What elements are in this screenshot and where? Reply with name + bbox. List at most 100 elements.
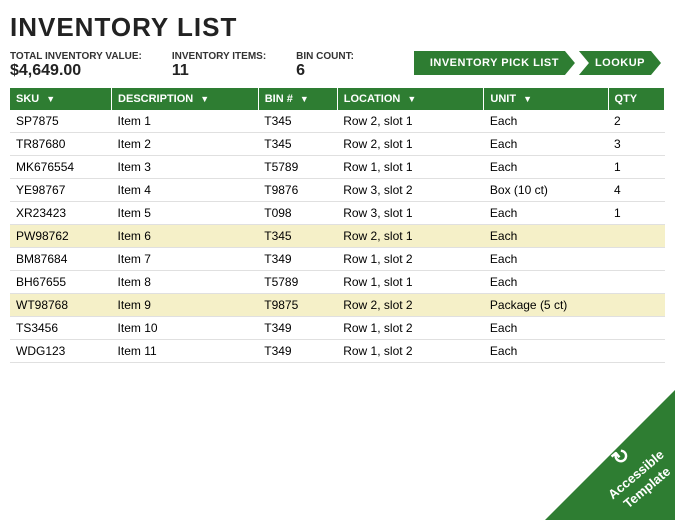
cell-qty: 4 [608, 179, 664, 202]
table-row: SP7875Item 1T345Row 2, slot 1Each2 [10, 110, 665, 133]
badge-content: ↻ Accessible Template [587, 426, 675, 517]
cell-description: Item 11 [112, 340, 259, 363]
items-count-label: INVENTORY ITEMS: [172, 51, 266, 62]
cell-bin: T349 [258, 248, 337, 271]
cell-description: Item 6 [112, 225, 259, 248]
cell-description: Item 1 [112, 110, 259, 133]
cell-description: Item 10 [112, 317, 259, 340]
summary-bar: TOTAL INVENTORY VALUE: $4,649.00 INVENTO… [10, 51, 665, 80]
cell-bin: T345 [258, 133, 337, 156]
col-header-unit[interactable]: UNIT ▼ [484, 88, 608, 110]
cell-location: Row 3, slot 1 [337, 202, 484, 225]
cell-sku: WDG123 [10, 340, 112, 363]
cell-qty [608, 340, 664, 363]
cell-sku: YE98767 [10, 179, 112, 202]
cell-description: Item 3 [112, 156, 259, 179]
cell-qty [608, 248, 664, 271]
total-value-item: TOTAL INVENTORY VALUE: $4,649.00 [10, 51, 142, 80]
cell-unit: Each [484, 271, 608, 294]
table-row: BH67655Item 8T5789Row 1, slot 1Each [10, 271, 665, 294]
cell-location: Row 1, slot 2 [337, 340, 484, 363]
cell-bin: T9876 [258, 179, 337, 202]
cell-sku: WT98768 [10, 294, 112, 317]
cell-bin: T345 [258, 110, 337, 133]
cell-sku: TR87680 [10, 133, 112, 156]
items-count-value: 11 [172, 62, 189, 79]
cell-qty: 1 [608, 202, 664, 225]
col-header-bin[interactable]: BIN # ▼ [258, 88, 337, 110]
cell-location: Row 2, slot 1 [337, 225, 484, 248]
cell-sku: XR23423 [10, 202, 112, 225]
cell-sku: PW98762 [10, 225, 112, 248]
cell-description: Item 8 [112, 271, 259, 294]
cell-sku: SP7875 [10, 110, 112, 133]
cell-unit: Each [484, 317, 608, 340]
cell-unit: Each [484, 133, 608, 156]
page-wrapper: INVENTORY LIST TOTAL INVENTORY VALUE: $4… [0, 0, 675, 363]
table-row: MK676554Item 3T5789Row 1, slot 1Each1 [10, 156, 665, 179]
sort-arrow-location: ▼ [407, 94, 416, 104]
sort-arrow-bin: ▼ [300, 94, 309, 104]
cell-location: Row 2, slot 1 [337, 133, 484, 156]
items-count-item: INVENTORY ITEMS: 11 [172, 51, 266, 80]
cell-unit: Package (5 ct) [484, 294, 608, 317]
cell-bin: T349 [258, 340, 337, 363]
table-row: YE98767Item 4T9876Row 3, slot 2Box (10 c… [10, 179, 665, 202]
cell-unit: Each [484, 340, 608, 363]
summary-actions: INVENTORY PICK LIST LOOKUP [414, 51, 665, 75]
table-row: XR23423Item 5T098Row 3, slot 1Each1 [10, 202, 665, 225]
cell-unit: Each [484, 202, 608, 225]
bin-count-item: BIN COUNT: 6 [296, 51, 354, 80]
sort-arrow-sku: ▼ [46, 94, 55, 104]
cell-bin: T5789 [258, 156, 337, 179]
inventory-table: SKU ▼ DESCRIPTION ▼ BIN # ▼ LOCATION ▼ [10, 88, 665, 363]
col-header-description[interactable]: DESCRIPTION ▼ [112, 88, 259, 110]
cell-description: Item 2 [112, 133, 259, 156]
cell-location: Row 1, slot 1 [337, 271, 484, 294]
table-row: PW98762Item 6T345Row 2, slot 1Each [10, 225, 665, 248]
bin-count-label: BIN COUNT: [296, 51, 354, 62]
cell-qty: 2 [608, 110, 664, 133]
cell-location: Row 1, slot 1 [337, 156, 484, 179]
cell-unit: Each [484, 156, 608, 179]
inventory-table-container: SKU ▼ DESCRIPTION ▼ BIN # ▼ LOCATION ▼ [10, 88, 665, 363]
cell-bin: T098 [258, 202, 337, 225]
accessible-template-badge: ↻ Accessible Template [545, 390, 675, 520]
cell-location: Row 1, slot 2 [337, 248, 484, 271]
page-title: INVENTORY LIST [10, 12, 665, 43]
cell-description: Item 9 [112, 294, 259, 317]
cell-unit: Box (10 ct) [484, 179, 608, 202]
cell-qty: 3 [608, 133, 664, 156]
table-header-row: SKU ▼ DESCRIPTION ▼ BIN # ▼ LOCATION ▼ [10, 88, 665, 110]
cell-location: Row 3, slot 2 [337, 179, 484, 202]
cell-bin: T345 [258, 225, 337, 248]
cell-bin: T5789 [258, 271, 337, 294]
sort-arrow-unit: ▼ [523, 94, 532, 104]
cell-description: Item 5 [112, 202, 259, 225]
lookup-button[interactable]: LOOKUP [579, 51, 661, 75]
cell-qty [608, 294, 664, 317]
cell-location: Row 2, slot 1 [337, 110, 484, 133]
cell-sku: BM87684 [10, 248, 112, 271]
cell-location: Row 2, slot 2 [337, 294, 484, 317]
table-row: TS3456Item 10T349Row 1, slot 2Each [10, 317, 665, 340]
sort-arrow-description: ▼ [200, 94, 209, 104]
cell-sku: TS3456 [10, 317, 112, 340]
cell-qty [608, 317, 664, 340]
col-header-sku[interactable]: SKU ▼ [10, 88, 112, 110]
bin-count-value: 6 [296, 62, 305, 79]
cell-bin: T9875 [258, 294, 337, 317]
cell-qty [608, 225, 664, 248]
total-value-label: TOTAL INVENTORY VALUE: [10, 51, 142, 62]
cell-unit: Each [484, 110, 608, 133]
cell-unit: Each [484, 248, 608, 271]
table-row: WDG123Item 11T349Row 1, slot 2Each [10, 340, 665, 363]
total-value: $4,649.00 [10, 62, 81, 79]
cell-description: Item 4 [112, 179, 259, 202]
col-header-qty[interactable]: QTY [608, 88, 664, 110]
cell-location: Row 1, slot 2 [337, 317, 484, 340]
cell-qty: 1 [608, 156, 664, 179]
table-row: TR87680Item 2T345Row 2, slot 1Each3 [10, 133, 665, 156]
col-header-location[interactable]: LOCATION ▼ [337, 88, 484, 110]
pick-list-button[interactable]: INVENTORY PICK LIST [414, 51, 575, 75]
